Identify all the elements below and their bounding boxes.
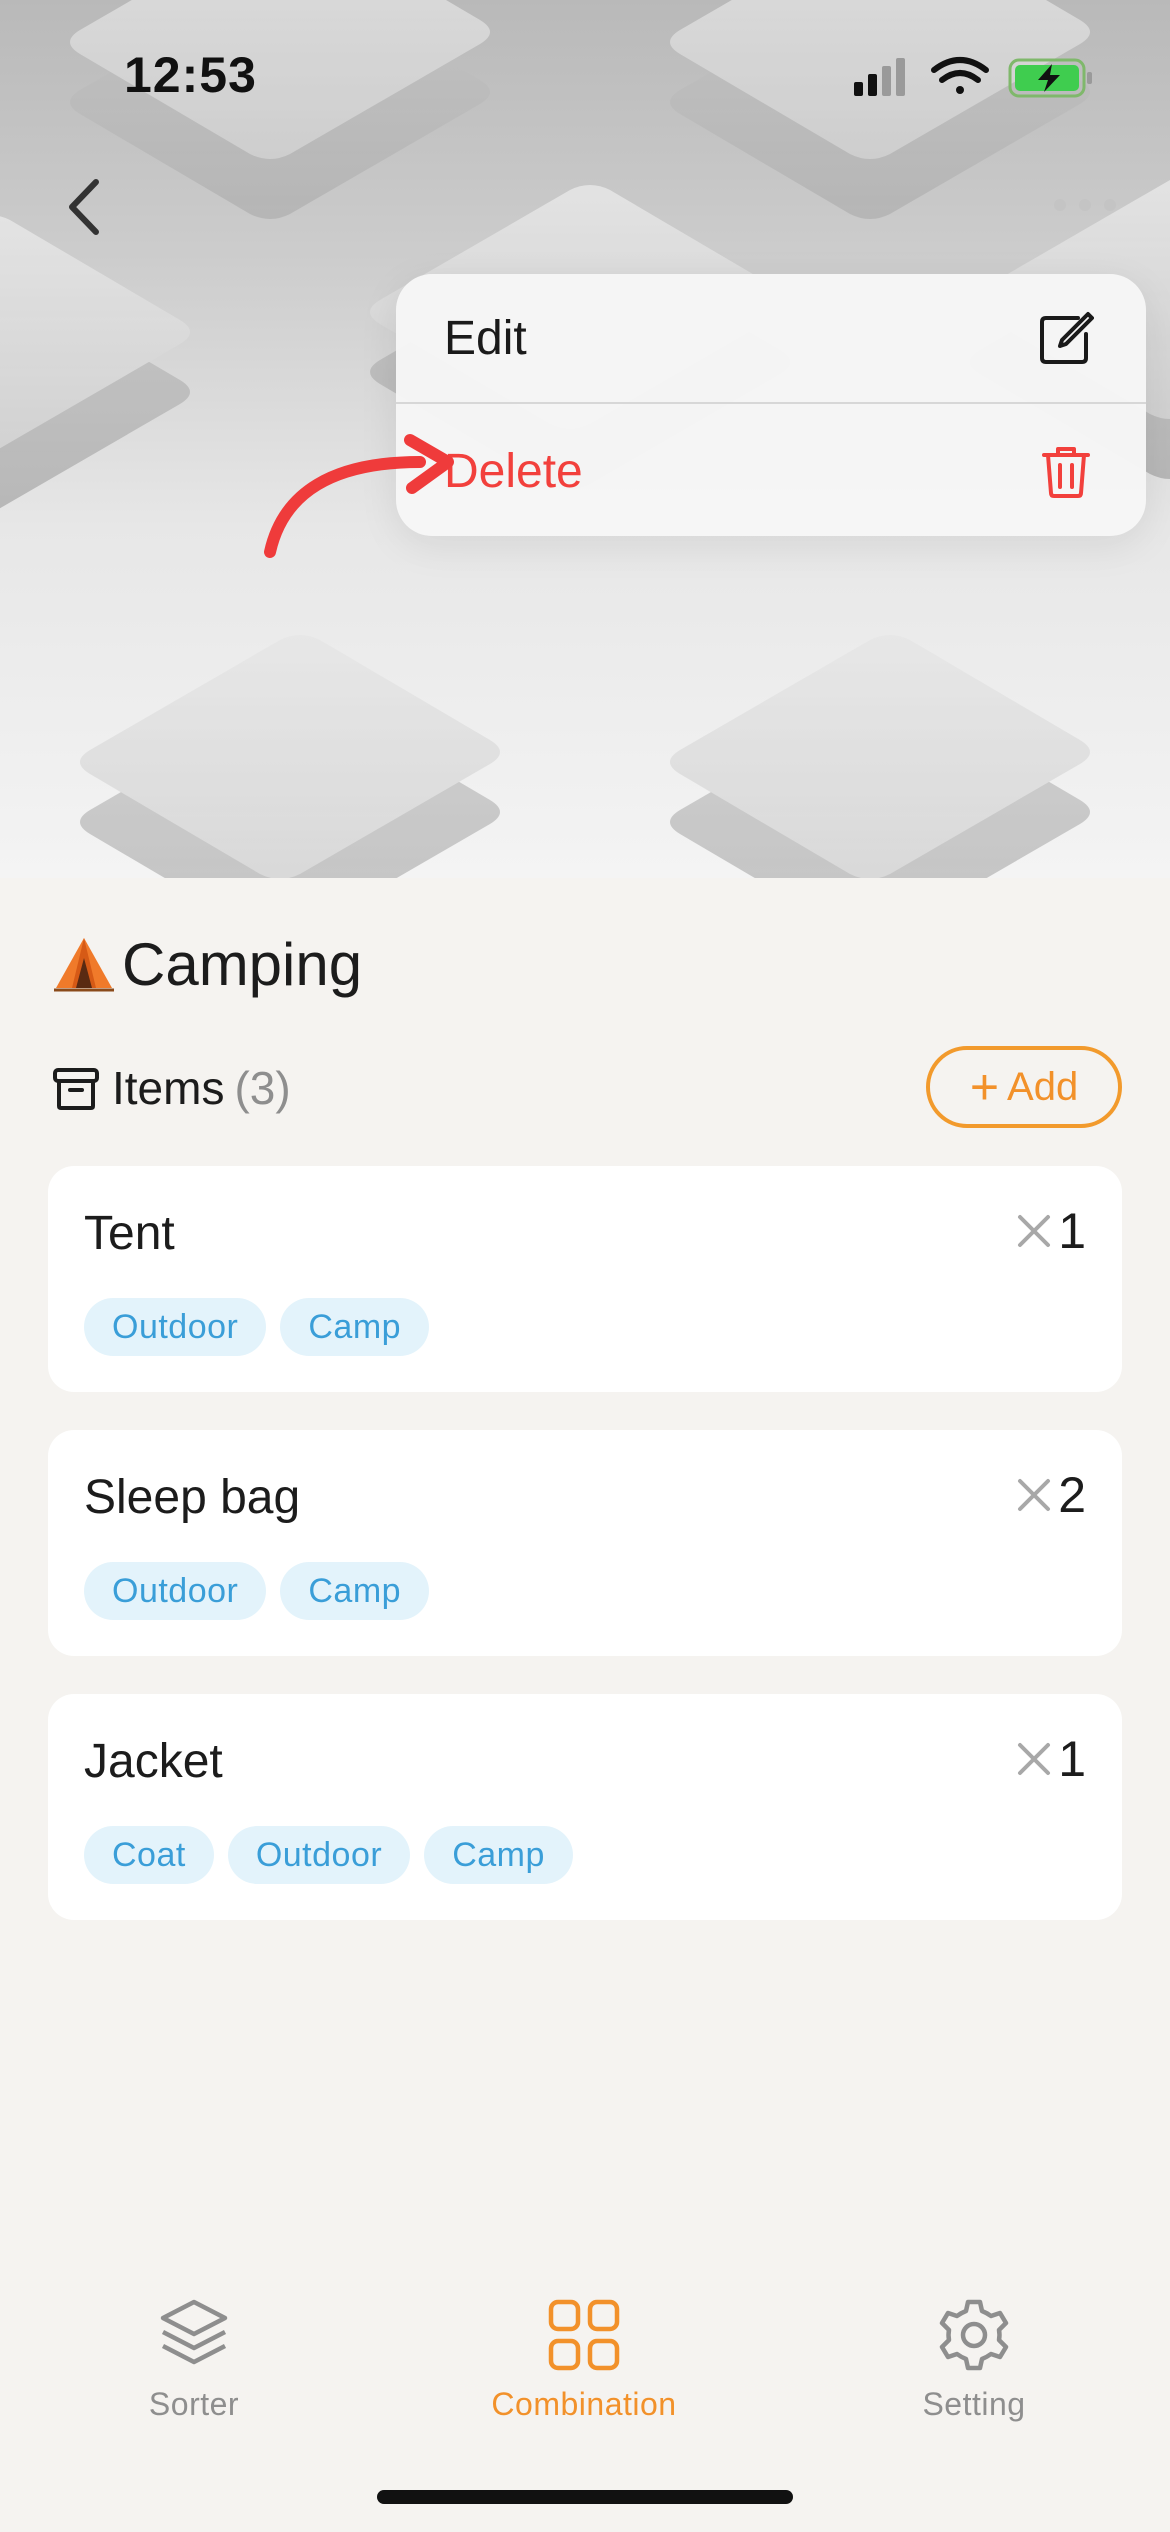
gear-icon <box>939 2299 1009 2371</box>
back-button[interactable] <box>56 172 116 242</box>
plus-icon: + <box>969 1059 1000 1115</box>
items-section-header: Items (3) <box>52 1048 291 1128</box>
add-button-label: Add <box>1007 1064 1079 1109</box>
delete-menu-label: Delete <box>444 444 583 498</box>
context-menu: Edit Delete <box>396 274 1146 536</box>
item-card[interactable]: Jacket 1 Coat Outdoor Camp <box>48 1694 1122 1920</box>
tag: Outdoor <box>227 1826 411 1884</box>
collection-title: Camping <box>122 930 363 998</box>
grid-icon <box>548 2299 620 2371</box>
tag: Camp <box>424 1826 573 1884</box>
arrow-annotation <box>264 434 454 558</box>
items-count: (3) <box>234 1062 291 1114</box>
tag: Camp <box>280 1562 430 1620</box>
wifi-icon <box>931 57 989 94</box>
tab-label: Setting <box>922 2386 1026 2422</box>
quantity-value: 1 <box>1058 1203 1086 1259</box>
item-card[interactable]: Sleep bag 2 Outdoor Camp <box>48 1430 1122 1656</box>
tag: Coat <box>84 1826 214 1884</box>
tag-list: Coat Outdoor Camp <box>84 1826 587 1884</box>
delete-menu-item[interactable]: Delete <box>396 406 1146 536</box>
tag: Outdoor <box>84 1562 267 1620</box>
item-quantity: 1 <box>1016 1730 1086 1788</box>
more-button[interactable] <box>1050 190 1120 220</box>
collection-header: Camping <box>52 924 362 1004</box>
item-quantity: 2 <box>1016 1466 1086 1524</box>
edit-menu-label: Edit <box>444 311 527 365</box>
tag: Camp <box>280 1298 430 1356</box>
quantity-value: 2 <box>1058 1467 1086 1523</box>
status-time: 12:53 <box>124 47 257 103</box>
tag: Outdoor <box>84 1298 267 1356</box>
tag-list: Outdoor Camp <box>84 1562 443 1620</box>
trash-icon <box>1042 447 1090 498</box>
signal-icon <box>854 58 905 96</box>
tab-combination[interactable]: Combination <box>434 2296 734 2436</box>
tab-label: Combination <box>491 2386 677 2422</box>
tag-list: Outdoor Camp <box>84 1298 443 1356</box>
edit-menu-item[interactable]: Edit <box>396 274 1146 404</box>
item-card[interactable]: Tent 1 Outdoor Camp <box>48 1166 1122 1392</box>
edit-icon <box>1040 312 1094 364</box>
multiply-icon <box>1018 1215 1051 1247</box>
item-quantity: 1 <box>1016 1202 1086 1260</box>
item-name: Tent <box>84 1207 175 1260</box>
tab-sorter[interactable]: Sorter <box>44 2296 344 2436</box>
battery-charging-icon <box>1008 58 1092 98</box>
tab-setting[interactable]: Setting <box>824 2296 1124 2436</box>
screen: 12:53 Edit Delete Camping Items (3) + Ad… <box>0 0 1170 2532</box>
multiply-icon <box>1018 1479 1051 1511</box>
multiply-icon <box>1018 1743 1051 1775</box>
items-label: Items <box>112 1062 225 1114</box>
quantity-value: 1 <box>1058 1731 1086 1787</box>
add-item-button[interactable]: + Add <box>926 1046 1122 1128</box>
archive-box-icon <box>53 1068 99 1110</box>
item-name: Sleep bag <box>84 1471 301 1524</box>
tent-emoji-icon <box>54 938 114 992</box>
layers-icon <box>160 2299 228 2365</box>
item-name: Jacket <box>84 1735 223 1788</box>
home-indicator <box>377 2490 793 2504</box>
status-icons <box>854 57 1092 98</box>
tab-label: Sorter <box>148 2386 240 2422</box>
